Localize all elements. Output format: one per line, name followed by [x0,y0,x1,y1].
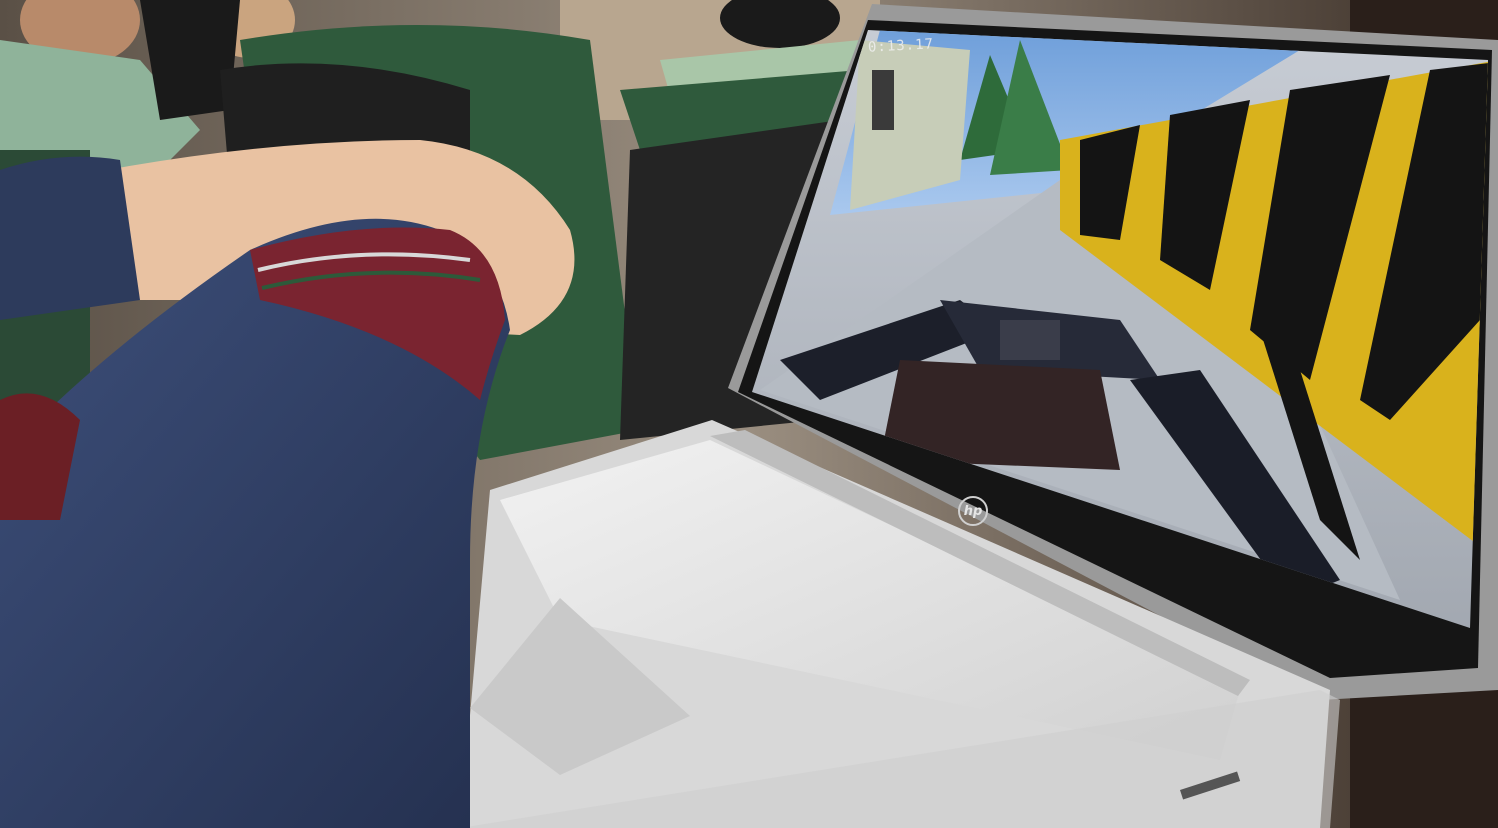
photo-scene [0,0,1498,828]
hp-logo-icon: hp [958,496,988,526]
